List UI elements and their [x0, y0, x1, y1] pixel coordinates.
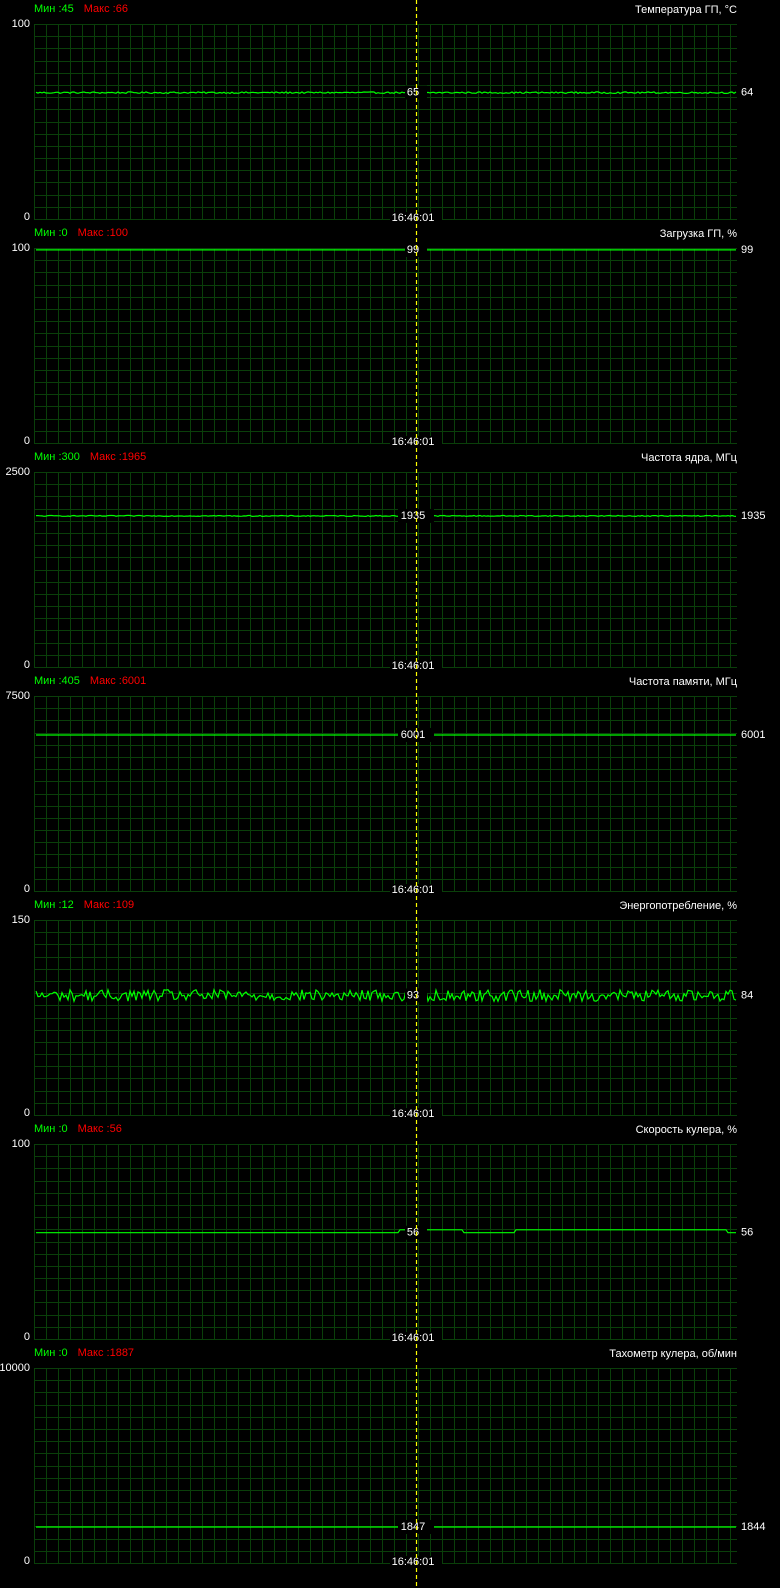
y-tick-top: 7500 [6, 690, 30, 702]
plot-grid [34, 1144, 737, 1340]
max-label-prefix: Макс : [78, 1347, 110, 1359]
max-value: 6001 [122, 675, 146, 687]
chart-title: Загрузка ГП, % [660, 228, 738, 240]
cursor-value-label: 1935 [401, 510, 425, 522]
max-value: 100 [110, 227, 128, 239]
min-label-prefix: Мин : [34, 227, 62, 239]
series-line [36, 514, 737, 518]
current-value-label: 6001 [741, 729, 765, 741]
max-label-prefix: Макс : [90, 451, 122, 463]
current-value-label: 64 [741, 87, 753, 99]
chart-title: Тахометр кулера, об/мин [609, 1348, 737, 1360]
plot-grid [34, 472, 737, 668]
y-tick-bottom: 0 [24, 1107, 30, 1119]
current-value-label: 1844 [741, 1521, 765, 1533]
y-tick-bottom: 0 [24, 211, 30, 223]
min-value: 300 [62, 451, 80, 463]
y-tick-bottom: 0 [24, 883, 30, 895]
chart-panel: Мин : 0 Макс : 100 Загрузка ГП, % 100 0 99 99 1… [12, 227, 753, 448]
chart-panel: Мин : 0 Макс : 1887 Тахометр кулера, об/ми… [0, 1347, 765, 1568]
cursor-time-label: 16:46:01 [392, 212, 435, 224]
plot-grid [34, 24, 737, 220]
cursor-time-label: 16:46:01 [392, 1108, 435, 1120]
series-line [35, 91, 737, 95]
y-tick-top: 10000 [0, 1362, 30, 1374]
y-tick-bottom: 0 [24, 435, 30, 447]
chart-title: Скорость кулера, % [636, 1124, 738, 1136]
y-tick-top: 150 [12, 914, 30, 926]
min-label-prefix: Мин : [34, 1123, 62, 1135]
max-value: 109 [116, 899, 134, 911]
cursor-time-label: 16:46:01 [392, 1556, 435, 1568]
y-tick-top: 100 [12, 242, 30, 254]
plot-grid [34, 920, 737, 1116]
y-tick-bottom: 0 [24, 659, 30, 671]
max-label-prefix: Макс : [90, 675, 122, 687]
cursor-time-label: 16:46:01 [392, 1332, 435, 1344]
current-value-label: 99 [741, 244, 753, 256]
max-label-prefix: Макс : [84, 3, 116, 15]
y-tick-bottom: 0 [24, 1555, 30, 1567]
chart-title: Энергопотребление, % [619, 900, 737, 912]
max-label-prefix: Макс : [84, 899, 116, 911]
chart-panel: Мин : 0 Макс : 56 Скорость кулера, % 100 0 56… [12, 1123, 753, 1344]
min-label-prefix: Мин : [34, 3, 62, 15]
current-value-label: 56 [741, 1227, 753, 1239]
chart-panel: Мин : 12 Макс : 109 Энергопотребление, % 15… [12, 899, 753, 1120]
max-label-prefix: Макс : [78, 1123, 110, 1135]
cursor-time-label: 16:46:01 [392, 884, 435, 896]
min-label-prefix: Мин : [34, 451, 62, 463]
y-tick-top: 100 [12, 1138, 30, 1150]
cursor-value-label: 1847 [401, 1521, 425, 1533]
min-label-prefix: Мин : [34, 1347, 62, 1359]
cursor-time-label: 16:46:01 [392, 436, 435, 448]
cursor-time-label: 16:46:01 [392, 660, 435, 672]
plot-grid [34, 696, 737, 892]
chart-title: Частота ядра, МГц [641, 452, 738, 464]
min-value: 0 [62, 227, 68, 239]
cursor-value-label: 6001 [401, 729, 425, 741]
max-value: 56 [110, 1123, 122, 1135]
current-value-label: 1935 [741, 510, 765, 522]
hardware-monitor: Мин : 45 Макс : 66 Температура ГП, °C 100 0 6… [0, 0, 765, 1588]
min-value: 405 [62, 675, 80, 687]
min-value: 0 [62, 1347, 68, 1359]
max-value: 66 [116, 3, 128, 15]
cursor-value-label: 56 [407, 1227, 419, 1239]
y-tick-top: 2500 [6, 466, 30, 478]
max-value: 1965 [122, 451, 146, 463]
chart-panel: Мин : 45 Макс : 66 Температура ГП, °C 100 0 6… [12, 3, 753, 224]
cursor-value-label: 99 [407, 244, 419, 256]
series-line [36, 1229, 736, 1234]
plot-grid [34, 248, 737, 444]
current-value-label: 84 [741, 989, 753, 1001]
chart-panel: Мин : 300 Макс : 1965 Частота ядра, МГц 250… [6, 451, 765, 672]
plot-grid [34, 1368, 737, 1564]
y-tick-top: 100 [12, 18, 30, 30]
max-label-prefix: Макс : [78, 227, 110, 239]
min-value: 0 [62, 1123, 68, 1135]
cursor-value-label: 65 [407, 87, 419, 99]
min-value: 12 [62, 899, 74, 911]
chart-panel: Мин : 405 Макс : 6001 Частота памяти, МГц 7… [6, 675, 765, 896]
cursor-value-label: 93 [407, 989, 419, 1001]
y-tick-bottom: 0 [24, 1331, 30, 1343]
max-value: 1887 [110, 1347, 134, 1359]
min-label-prefix: Мин : [34, 899, 62, 911]
chart-title: Температура ГП, °C [635, 4, 737, 16]
series-line [35, 987, 737, 1004]
chart-title: Частота памяти, МГц [629, 676, 738, 688]
min-label-prefix: Мин : [34, 675, 62, 687]
min-value: 45 [62, 3, 74, 15]
